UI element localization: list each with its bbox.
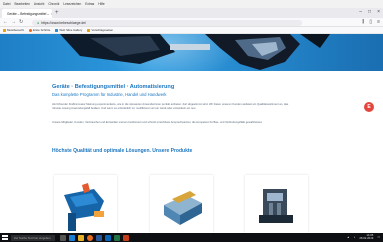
page-title: Geräte · Befestigungsmittel · Automatisi… xyxy=(52,84,175,90)
menu-item-view[interactable]: Ansicht xyxy=(34,2,44,6)
clock-date: 28.02.2019 xyxy=(359,236,374,241)
outlook-icon[interactable] xyxy=(105,234,111,241)
menu-item-edit[interactable]: Bearbeiten xyxy=(14,2,29,6)
firefox-icon xyxy=(29,28,33,32)
new-tab-icon[interactable]: + xyxy=(55,10,59,16)
back-icon[interactable]: ← xyxy=(3,19,8,26)
page-subtitle: Das komplette Programm für Industrie, Ha… xyxy=(52,92,167,97)
sidebar-icon[interactable]: ▯ xyxy=(369,19,372,26)
windows-start-icon[interactable] xyxy=(2,235,8,240)
volume-icon[interactable]: ◖ xyxy=(354,235,356,239)
menu-bar: Datei Bearbeiten Ansicht Chronik Lesezei… xyxy=(0,0,383,8)
browser-tab[interactable]: Geräte – Befestigungsmittel – × xyxy=(2,9,52,18)
close-tab-icon[interactable]: × xyxy=(51,11,52,16)
intro-paragraph-2: Unsere Mitglieder, Kunden, Verbraucher u… xyxy=(52,121,263,124)
chat-button[interactable]: E xyxy=(364,102,374,112)
bookmark-item[interactable]: Web Slice Gallery xyxy=(55,28,82,32)
explorer-icon[interactable] xyxy=(78,234,84,241)
tab-title: Geräte – Befestigungsmittel – xyxy=(7,11,49,16)
url-text: https://www.bebeschlaege.de/ xyxy=(41,20,87,25)
bookmark-item[interactable]: Meistbesucht xyxy=(3,28,24,32)
minimize-icon[interactable]: – xyxy=(359,9,362,15)
intro-paragraph: Als führender Kraftinnovator Meinung exp… xyxy=(52,103,289,110)
web-page: Geräte · Befestigungsmittel · Automatisi… xyxy=(0,34,383,233)
notifications-icon[interactable]: ▭ xyxy=(377,235,380,239)
close-window-icon[interactable]: × xyxy=(377,9,380,15)
app-icon[interactable] xyxy=(123,234,129,241)
menu-item-bookmarks[interactable]: Lesezeichen xyxy=(63,2,81,6)
product-image-nailer xyxy=(54,175,117,233)
navigation-bar: ← → ↻ ● https://www.bebeschlaege.de/ ⫼ ▯… xyxy=(0,18,383,27)
menu-item-tools[interactable]: Extras xyxy=(85,2,94,6)
network-icon[interactable]: ▲ xyxy=(347,235,350,239)
excel-icon[interactable] xyxy=(114,234,120,241)
window-controls: – □ × xyxy=(359,9,380,15)
maximize-icon[interactable]: □ xyxy=(368,9,371,15)
clock[interactable]: 14:05 28.02.2019 xyxy=(359,233,374,241)
menu-icon[interactable]: ≡ xyxy=(377,19,380,26)
product-card[interactable] xyxy=(54,175,117,233)
web-slice-icon xyxy=(55,28,59,32)
taskbar-apps xyxy=(60,234,129,241)
products-section-title: Höchste Qualität und optimale Lösungen. … xyxy=(52,148,193,154)
address-bar[interactable]: ● https://www.bebeschlaege.de/ xyxy=(32,19,302,26)
word-icon[interactable] xyxy=(96,234,102,241)
library-icon[interactable]: ⫼ xyxy=(362,19,364,26)
tab-bar: Geräte – Befestigungsmittel – × + – □ × xyxy=(0,8,383,18)
firefox-taskbar-icon[interactable] xyxy=(87,234,93,241)
folder-icon xyxy=(87,28,91,32)
bookmark-item[interactable]: Erste Schritte xyxy=(29,28,50,32)
product-card[interactable] xyxy=(245,175,308,233)
product-image-profiles xyxy=(150,175,213,233)
taskbar-search[interactable]: Zur Suche Text hier eingeben xyxy=(11,234,55,241)
menu-item-history[interactable]: Chronik xyxy=(48,2,59,6)
hero-banner xyxy=(0,34,383,71)
bookmark-star-icon xyxy=(3,28,6,32)
bookmark-item[interactable]: Vorschlagsseiten xyxy=(87,28,113,32)
bookmarks-bar: Meistbesucht Erste Schritte Web Slice Ga… xyxy=(0,27,383,34)
product-card[interactable] xyxy=(150,175,213,233)
chat-label: E xyxy=(367,104,371,110)
product-image-automation xyxy=(245,175,308,233)
system-tray: ▲ ◖ 14:05 28.02.2019 ▭ xyxy=(347,233,380,241)
edge-icon[interactable] xyxy=(69,234,75,241)
lock-icon: ● xyxy=(37,20,40,25)
reload-icon[interactable]: ↻ xyxy=(19,19,23,26)
forward-icon[interactable]: → xyxy=(11,19,16,26)
task-view-icon[interactable] xyxy=(60,234,66,241)
taskbar: Zur Suche Text hier eingeben ▲ ◖ 14:05 2… xyxy=(0,233,383,242)
tool-image xyxy=(60,34,330,70)
menu-item-file[interactable]: Datei xyxy=(3,2,10,6)
toolbar-icons: ⫼ ▯ ≡ xyxy=(362,19,380,26)
menu-item-help[interactable]: Hilfe xyxy=(98,2,104,6)
